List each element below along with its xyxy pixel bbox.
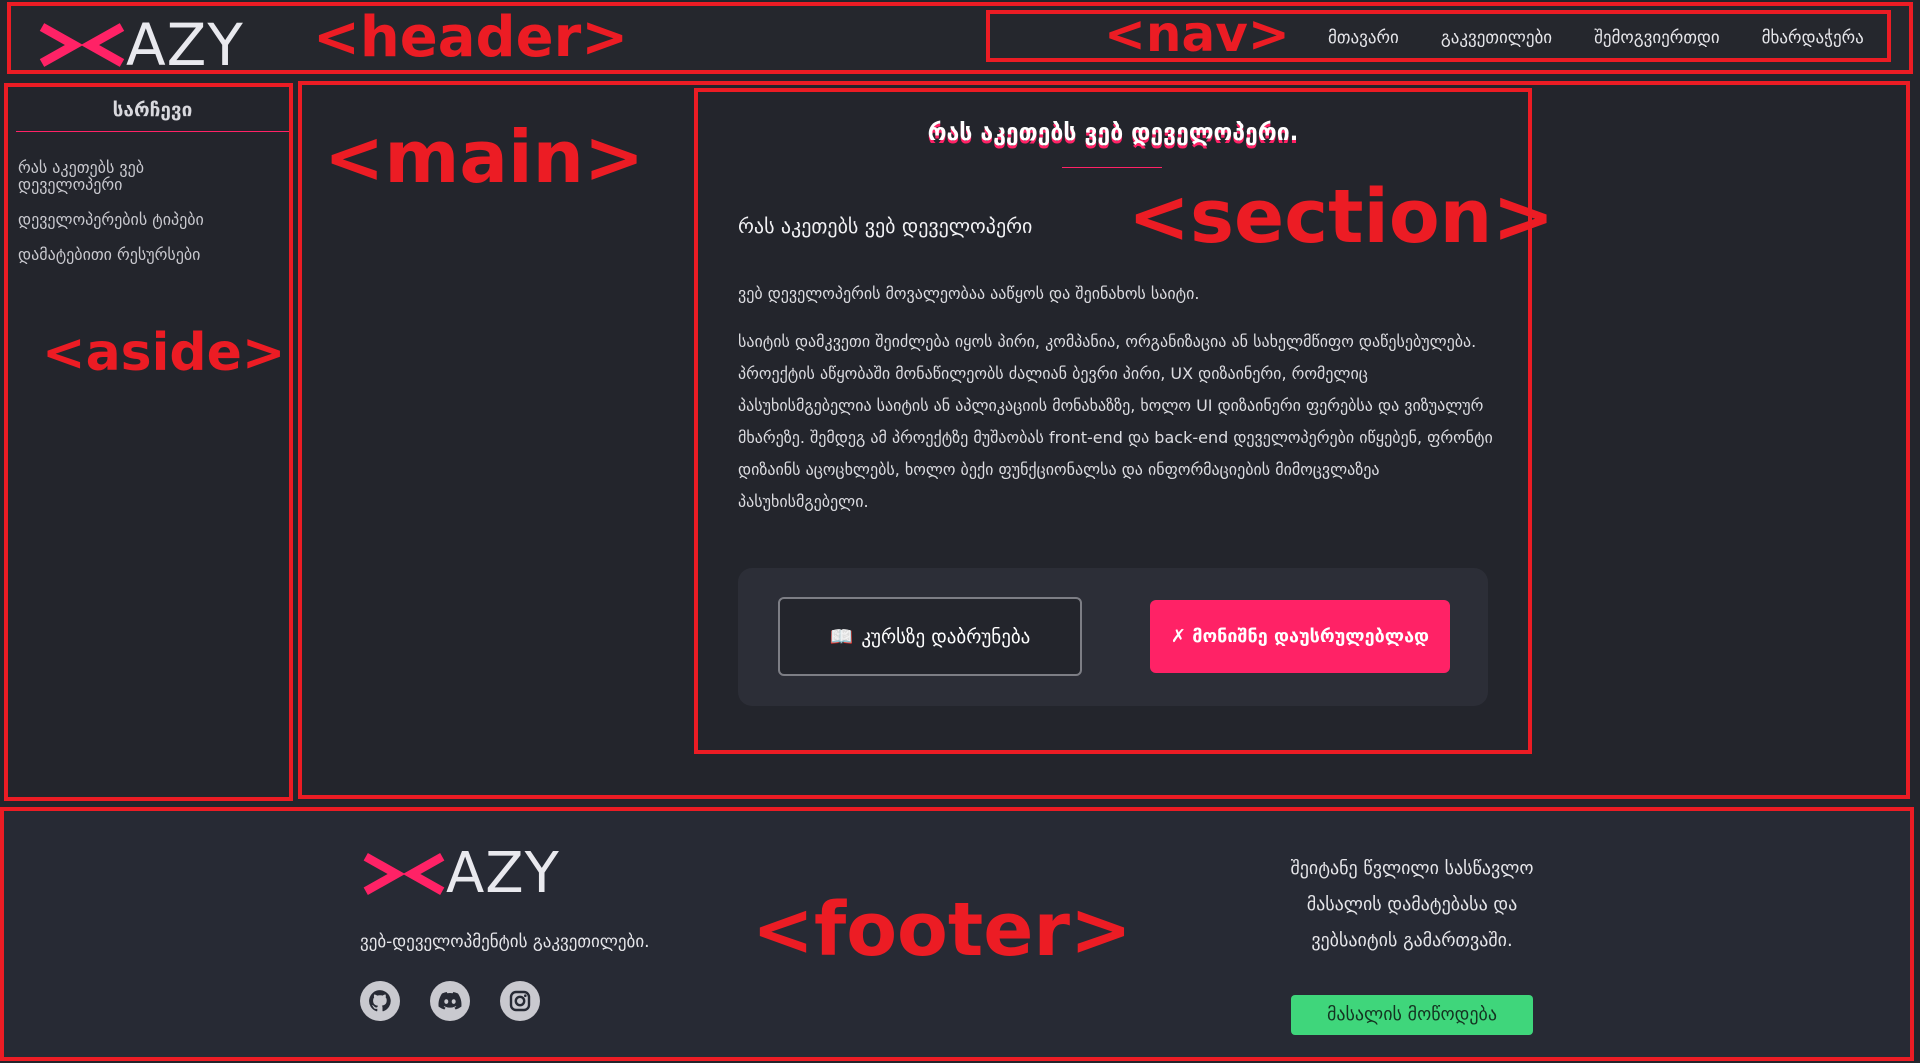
aside: სარჩევი რას აკეთებს ვებ დეველოპერი დეველ…: [4, 83, 293, 801]
contribute-block: შეიტანე წვლილი სასწავლო მასალის დამატება…: [1242, 851, 1582, 1035]
nav-item-support[interactable]: მხარდაჭერა: [1762, 28, 1864, 48]
nav-links: მთავარი გაკვეთილები შემოგვიერთდი მხარდაჭ…: [1328, 28, 1870, 48]
section-subtitle: რას აკეთებს ვებ დეველოპერი: [738, 214, 1033, 238]
footer-logo[interactable]: AZY: [360, 841, 560, 906]
footer: AZY ვებ-დეველოპმენტის გაკვეთილები. <foot…: [0, 807, 1914, 1061]
aside-link-additional-resources[interactable]: დამატებითი რესურსები: [18, 246, 268, 263]
contribute-message-line: შეიტანე წვლილი სასწავლო: [1290, 858, 1534, 879]
section-title: რას აკეთებს ვებ დეველოპერი.: [927, 120, 1299, 146]
contribute-message-line: მასალის დამატებასა და: [1306, 894, 1518, 915]
suggest-material-button[interactable]: მასალის მოწოდება: [1291, 995, 1533, 1035]
contribute-message-line: ვებსაიტის გამართვაში.: [1311, 930, 1513, 951]
nav-item-home[interactable]: მთავარი: [1328, 28, 1399, 48]
logo-chevrons-icon: [39, 23, 125, 67]
logo-chevrons-icon: [363, 852, 445, 895]
nav-item-join[interactable]: შემოგვიერთდი: [1594, 28, 1720, 48]
nav-item-lessons[interactable]: გაკვეთილები: [1441, 28, 1552, 48]
site-logo[interactable]: AZY: [36, 11, 244, 79]
aside-annotation: <aside>: [42, 323, 286, 383]
footer-logo-text: AZY: [446, 841, 560, 906]
social-links: [360, 981, 540, 1021]
title-underline: [1062, 167, 1162, 168]
footer-annotation: <footer>: [752, 887, 1132, 973]
section-paragraph: ვებ დეველოპერის მოვალეობაა ააწყოს და შეი…: [738, 284, 1200, 303]
aside-link-what-web-dev-does[interactable]: რას აკეთებს ვებ დეველოპერი: [18, 159, 188, 193]
section-paragraph: საიტის დამკვეთი შეიძლება იყოს პირი, კომპ…: [738, 332, 1493, 511]
footer-tagline: ვებ-დეველოპმენტის გაკვეთილები.: [360, 932, 650, 952]
aside-links: რას აკეთებს ვებ დეველოპერი დეველოპერების…: [18, 159, 268, 281]
discord-icon[interactable]: [430, 981, 470, 1021]
aside-title: სარჩევი: [16, 99, 289, 132]
section: რას აკეთებს ვებ დეველოპერი. რას აკეთებს …: [694, 88, 1554, 754]
github-icon[interactable]: [360, 981, 400, 1021]
section-annotation: <section>: [1128, 174, 1555, 260]
main-annotation: <main>: [324, 115, 645, 199]
instagram-icon[interactable]: [500, 981, 540, 1021]
back-to-course-button[interactable]: 📖 კურსზე დაბრუნება: [778, 597, 1082, 676]
book-icon: 📖: [829, 626, 854, 648]
logo-text: AZY: [126, 11, 244, 79]
mark-incomplete-button[interactable]: ✗ მონიშნე დაუსრულებლად: [1150, 600, 1450, 673]
back-to-course-label: კურსზე დაბრუნება: [861, 625, 1031, 648]
header-annotation: <header>: [313, 5, 629, 70]
lesson-actions: 📖 კურსზე დაბრუნება ✗ მონიშნე დაუსრულებლა…: [738, 568, 1488, 706]
nav-annotation: <nav>: [1104, 5, 1290, 63]
aside-link-developer-types[interactable]: დეველოპერების ტიპები: [18, 211, 268, 228]
